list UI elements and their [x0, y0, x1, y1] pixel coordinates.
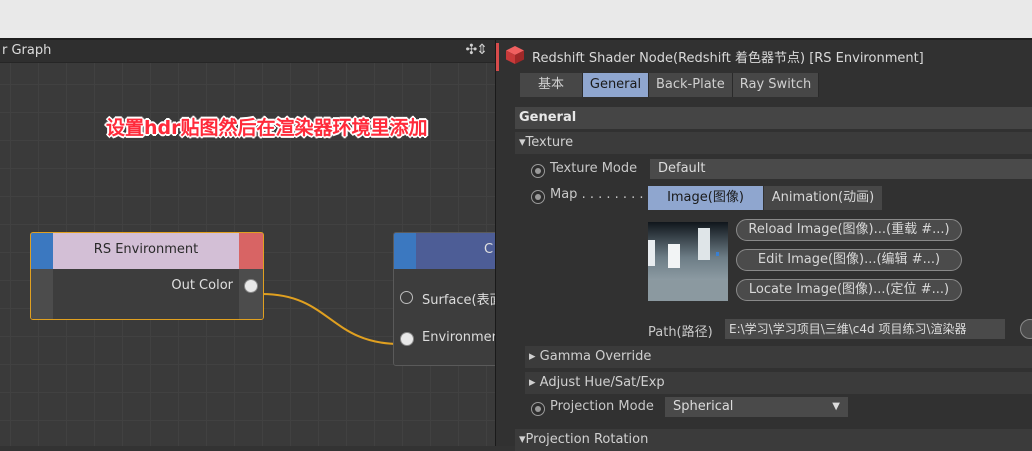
- out-color-port[interactable]: [244, 279, 258, 293]
- tab-ray-switch[interactable]: Ray Switch: [732, 73, 820, 97]
- texture-mode-anim-radio[interactable]: [531, 164, 545, 178]
- rs-environment-node[interactable]: RS Environment Out Color: [30, 232, 264, 320]
- locate-image-button[interactable]: Locate Image(图像)...(定位 #...): [736, 279, 962, 301]
- animation-toggle[interactable]: Animation(动画): [764, 186, 882, 210]
- edit-image-button[interactable]: Edit Image(图像)...(编辑 #...): [736, 249, 962, 271]
- projection-mode-anim-radio[interactable]: [531, 402, 545, 416]
- node-right-side: [239, 269, 263, 319]
- node-right-cap: [239, 233, 263, 269]
- group-projection-rotation[interactable]: ▾Projection Rotation: [515, 429, 1032, 451]
- panel-title: Redshift Shader Node(Redshift 着色器节点) [RS…: [532, 51, 924, 66]
- node-body: [53, 269, 239, 319]
- map-anim-radio[interactable]: [531, 190, 545, 204]
- tab-bar: 基本 General Back-Plate Ray Switch: [520, 73, 820, 97]
- section-general[interactable]: General: [515, 107, 1032, 129]
- window-top-strip: [0, 0, 1032, 38]
- attribute-panel: Redshift Shader Node(Redshift 着色器节点) [RS…: [495, 40, 1032, 451]
- path-field[interactable]: E:\学习\学习项目\三维\c4d 项目练习\渲染器: [725, 319, 1005, 339]
- image-toggle[interactable]: Image(图像): [648, 186, 763, 210]
- hdr-thumbnail[interactable]: [648, 222, 728, 301]
- node-graph-panel[interactable]: r Graph ✣⇕ 设置hdr贴图然后在渲染器环境里添加 RS Environ…: [0, 40, 495, 446]
- tab-basic[interactable]: 基本: [520, 73, 583, 97]
- node-title: C: [484, 242, 494, 257]
- reload-image-button[interactable]: Reload Image(图像)...(重载 #...): [736, 219, 962, 241]
- node-left-side: [31, 269, 53, 319]
- group-texture[interactable]: ▾Texture: [515, 132, 1032, 154]
- panel-accent-bar: [496, 43, 499, 71]
- node-left-cap: [394, 233, 416, 269]
- node-title: RS Environment: [93, 242, 199, 257]
- projection-mode-label: Projection Mode: [550, 399, 654, 414]
- surface-input-label: Surface(表面: [422, 293, 495, 308]
- node-left-cap: [31, 233, 53, 269]
- projection-mode-dropdown[interactable]: Spherical ▼: [665, 397, 848, 417]
- texture-mode-label: Texture Mode: [550, 161, 638, 176]
- redshift-cube-icon: [506, 46, 524, 64]
- tab-back-plate[interactable]: Back-Plate: [649, 73, 733, 97]
- output-node[interactable]: C Surface(表面 Environmen: [393, 232, 495, 366]
- projection-mode-value: Spherical: [673, 399, 734, 414]
- group-gamma-override[interactable]: ▸ Gamma Override: [525, 346, 1032, 368]
- path-browse-button[interactable]: [1020, 319, 1032, 339]
- tab-general[interactable]: General: [583, 73, 649, 97]
- environment-input-label: Environmen: [422, 330, 495, 345]
- path-label: Path(路径): [648, 325, 713, 340]
- surface-port[interactable]: [400, 291, 413, 304]
- map-label: Map . . . . . . . .: [550, 187, 644, 202]
- environment-port[interactable]: [400, 332, 414, 346]
- out-color-label: Out Color: [171, 278, 233, 293]
- group-adjust-hue[interactable]: ▸ Adjust Hue/Sat/Exp: [525, 372, 1032, 394]
- node-body: [394, 269, 495, 365]
- texture-mode-dropdown[interactable]: Default: [650, 159, 1032, 179]
- chevron-down-icon: ▼: [832, 401, 840, 412]
